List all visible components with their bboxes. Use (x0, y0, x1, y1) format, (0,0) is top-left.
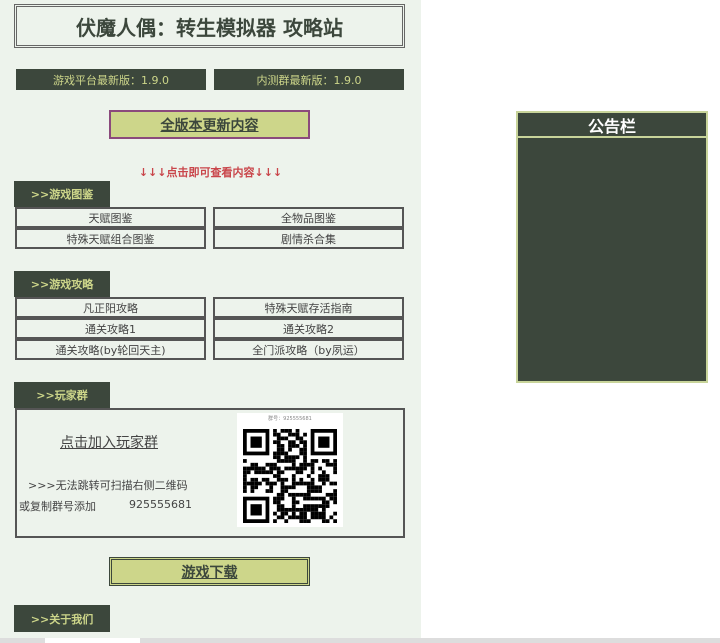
link-guide[interactable]: 凡正阳攻略 (15, 297, 206, 318)
link-guide[interactable]: 全门派攻略（by夙运） (213, 339, 404, 360)
link-story-deaths[interactable]: 剧情杀合集 (213, 228, 404, 249)
announcement-title: 公告栏 (518, 113, 706, 138)
link-talent-gallery[interactable]: 天赋图鉴 (15, 207, 206, 228)
link-guide[interactable]: 通关攻略2 (213, 318, 404, 339)
tab-gallery: >>游戏图鉴 (14, 181, 110, 207)
group-number: 925555681 (129, 498, 192, 511)
tab-player-group: >>玩家群 (14, 382, 110, 408)
tab-about: >>关于我们 (14, 605, 110, 632)
update-notes-button[interactable]: 全版本更新内容 (109, 110, 310, 139)
scrollbar-thumb[interactable] (45, 638, 140, 643)
link-talent-combo-gallery[interactable]: 特殊天赋组合图鉴 (15, 228, 206, 249)
qr-instruction: >>>无法跳转可扫描右侧二维码 (28, 479, 188, 492)
qr-label: 群号：925555681 (268, 416, 312, 422)
link-guide[interactable]: 通关攻略(by轮回天主) (15, 339, 206, 360)
qr-code-image: 群号：925555681 (237, 413, 343, 527)
join-group-link[interactable]: 点击加入玩家群 (60, 432, 158, 452)
player-group-box (15, 408, 405, 538)
link-guide[interactable]: 通关攻略1 (15, 318, 206, 339)
download-button[interactable]: 游戏下载 (109, 557, 310, 586)
link-guide[interactable]: 特殊天赋存活指南 (213, 297, 404, 318)
page-title: 伏魔人偶：转生模拟器 攻略站 (14, 4, 405, 48)
platform-version: 游戏平台最新版：1.9.0 (16, 69, 206, 90)
announcement-panel: 公告栏 (516, 111, 708, 383)
tab-guides: >>游戏攻略 (14, 271, 110, 297)
click-hint: ↓↓↓点击即可查看内容↓↓↓ (138, 166, 283, 179)
copy-instruction: 或复制群号添加 (19, 500, 96, 513)
link-item-gallery[interactable]: 全物品图鉴 (213, 207, 404, 228)
beta-version: 内测群最新版：1.9.0 (214, 69, 404, 90)
qr-code-icon (243, 429, 337, 523)
